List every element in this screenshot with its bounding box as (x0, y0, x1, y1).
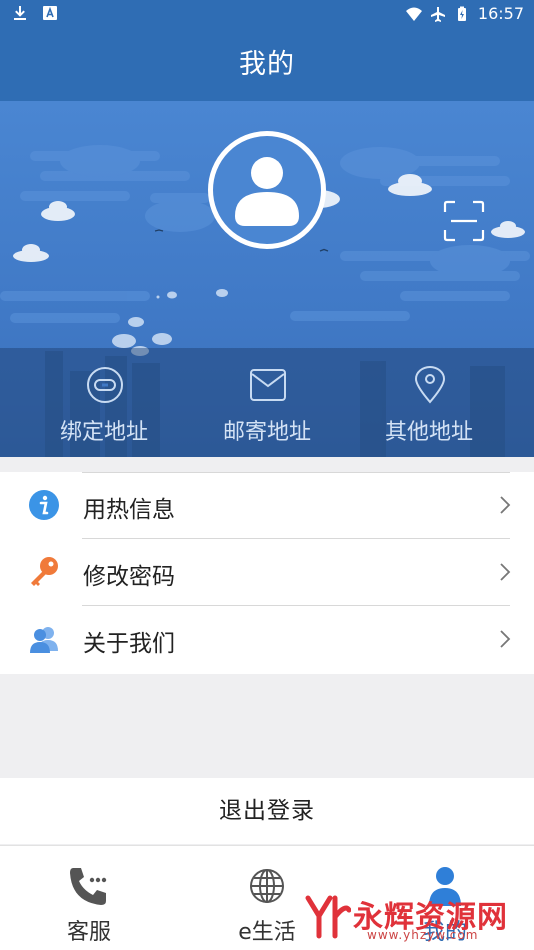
title-bar: 我的 (0, 28, 534, 101)
location-pin-icon (414, 366, 446, 404)
address-bar: 绑定地址 邮寄地址 其他地址 (0, 348, 534, 457)
tab-label: 客服 (66, 920, 111, 945)
chevron-right-icon (500, 496, 511, 514)
app-notification-icon (43, 6, 57, 20)
menu-item-about-us[interactable]: 关于我们 (0, 606, 534, 673)
download-icon (14, 6, 26, 20)
page-title: 我的 (239, 49, 295, 80)
tab-customer-service[interactable]: 客服 (0, 846, 178, 950)
airplane-icon (430, 6, 445, 22)
menu-item-change-password[interactable]: 修改密码 (0, 539, 534, 606)
scan-icon[interactable] (443, 200, 485, 242)
chevron-right-icon (500, 563, 511, 581)
battery-icon (457, 6, 466, 21)
mail-address-button[interactable]: 邮寄地址 (178, 348, 356, 457)
profile-hero: 绑定地址 邮寄地址 其他地址 (0, 101, 534, 457)
logout-label: 退出登录 (219, 798, 315, 824)
watermark-url: www.yhzyw.com (367, 928, 479, 942)
divider (82, 472, 510, 473)
other-address-label: 其他地址 (384, 420, 473, 445)
menu-item-heating-info[interactable]: 用热信息 (0, 472, 534, 539)
watermark-logo-icon (305, 895, 352, 939)
phone-icon (70, 868, 107, 905)
bind-address-label: 绑定地址 (59, 420, 148, 445)
bind-address-button[interactable]: 绑定地址 (15, 348, 193, 457)
chevron-right-icon (500, 630, 511, 648)
key-icon (31, 557, 58, 586)
user-silhouette-icon (235, 157, 299, 226)
link-icon (87, 367, 123, 403)
users-icon (30, 627, 58, 653)
globe-icon (250, 869, 284, 903)
mail-icon (250, 369, 286, 401)
watermark: 永辉资源网 www.yhzyw.com (305, 890, 530, 945)
logout-button[interactable]: 退出登录 (0, 778, 534, 844)
menu-item-label: 用热信息 (83, 497, 175, 523)
menu-item-label: 修改密码 (83, 564, 175, 590)
settings-menu: 用热信息 修改密码 关于我们 (0, 472, 534, 674)
info-icon (29, 490, 59, 520)
menu-item-label: 关于我们 (83, 631, 175, 657)
other-address-button[interactable]: 其他地址 (340, 348, 518, 457)
status-time: 16:57 (477, 4, 524, 23)
user-avatar[interactable] (208, 131, 326, 249)
mail-address-label: 邮寄地址 (222, 420, 311, 445)
status-bar: 16:57 (0, 0, 534, 28)
wifi-icon (405, 7, 422, 21)
